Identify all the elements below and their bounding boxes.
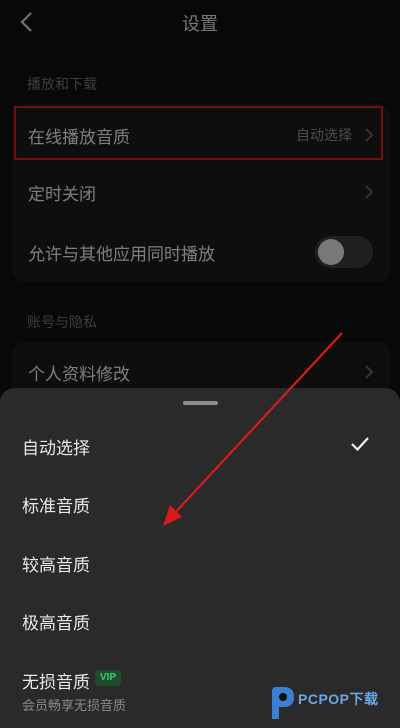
watermark-logo: PCPOP下载 (268, 683, 394, 723)
checkmark-icon (351, 437, 369, 452)
option-extreme[interactable]: 极高音质 (0, 595, 400, 647)
option-higher[interactable]: 较高音质 (0, 537, 400, 589)
option-label: 极高音质 (22, 614, 90, 634)
vip-badge: VIP (95, 670, 122, 686)
watermark-text: PCPOP下载 (298, 691, 379, 707)
option-label: 标准音质 (22, 497, 90, 517)
watermark-p-icon (272, 687, 294, 719)
option-standard[interactable]: 标准音质 (0, 478, 400, 530)
option-subtitle: 会员畅享无损音质 (22, 699, 127, 714)
option-label: 自动选择 (22, 439, 90, 459)
quality-bottom-sheet: 自动选择 标准音质 较高音质 极高音质 无损音质 VIP 会员畅享无损音质 (0, 388, 400, 728)
option-label: 较高音质 (22, 556, 90, 576)
option-auto[interactable]: 自动选择 (0, 420, 400, 472)
sheet-drag-handle[interactable] (183, 401, 218, 405)
option-label: 无损音质 (22, 673, 90, 693)
